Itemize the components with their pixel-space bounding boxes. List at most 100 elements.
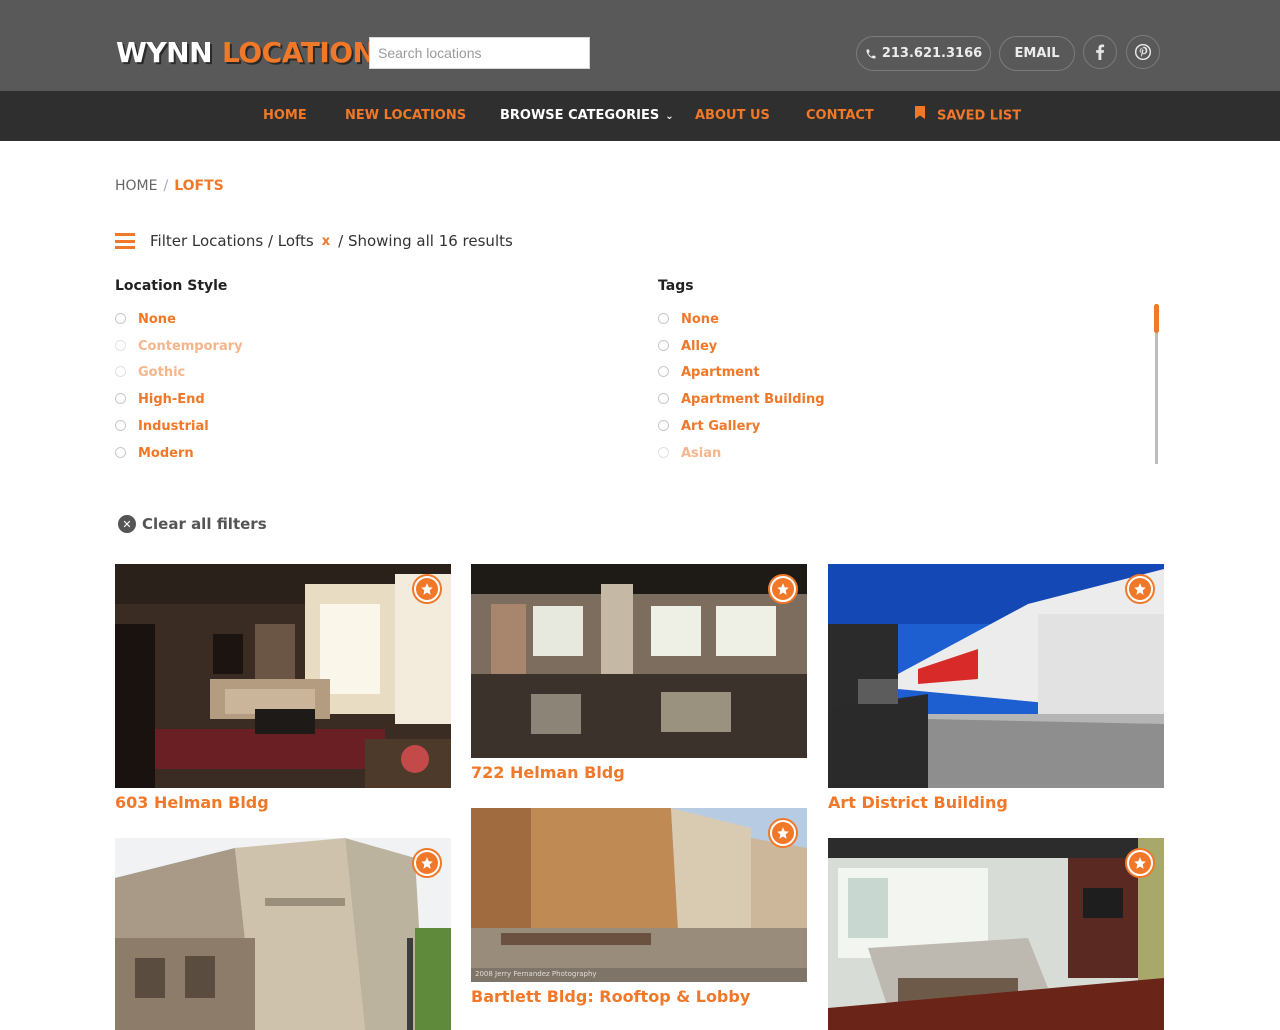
top-header: WYNN LOCATIONS 213.621.3166 EMAIL [0,0,1280,91]
star-icon [772,578,794,600]
save-favorite-button[interactable] [768,574,798,604]
tag-option[interactable]: Apartment Building [658,386,825,413]
listing-photo[interactable]: 2008 Jerry Fernandez Photography [471,808,807,982]
tag-option[interactable]: Asian [658,440,825,467]
tags-list: None Alley Apartment Apartment Building … [658,306,825,467]
bookmark-icon [915,91,925,141]
location-style-option[interactable]: Modern [115,440,243,467]
save-favorite-button[interactable] [412,574,442,604]
listing-photo[interactable] [115,838,451,1030]
nav-about-us[interactable]: ABOUT US [695,91,770,141]
site-logo[interactable]: WYNN LOCATIONS [116,33,396,71]
star-icon [1129,578,1151,600]
nav-saved-list[interactable]: SAVED LIST [915,91,1021,141]
location-style-option[interactable]: Industrial [115,413,243,440]
option-label: High-End [138,392,205,408]
listing-card[interactable]: 2008 Jerry Fernandez Photography Bartlet… [471,808,807,1018]
clear-filters-button[interactable]: ✕ Clear all filters [118,515,267,533]
radio-button[interactable] [658,339,669,351]
nav-browse-categories-label: BROWSE CATEGORIES [500,108,660,123]
location-style-option[interactable]: Contemporary [115,333,243,360]
save-favorite-button[interactable] [1125,574,1155,604]
pinterest-icon [1135,44,1151,60]
facebook-button[interactable] [1083,35,1117,69]
option-label: Asian [681,445,722,461]
breadcrumb: HOME / LOFTS [115,178,224,194]
breadcrumb-current: LOFTS [174,178,224,194]
listing-photo[interactable] [115,564,451,788]
chevron-down-icon: ⌄ [665,111,674,122]
clear-filters-label: Clear all filters [142,515,267,533]
pinterest-button[interactable] [1126,35,1160,69]
location-style-option[interactable]: Gothic [115,360,243,387]
listing-card[interactable]: 722 Helman Bldg [471,564,807,794]
option-label: Gothic [138,365,186,381]
phone-button[interactable]: 213.621.3166 [856,36,991,71]
star-icon [416,852,438,874]
breadcrumb-home[interactable]: HOME [115,178,157,194]
radio-button[interactable] [115,339,126,351]
radio-button[interactable] [115,446,126,458]
filter-menu-icon[interactable] [115,233,135,249]
tag-option[interactable]: Apartment [658,360,825,387]
listing-photo[interactable] [828,838,1164,1030]
radio-button[interactable] [658,393,669,405]
save-favorite-button[interactable] [1125,848,1155,878]
listing-card[interactable] [828,838,1164,1030]
nav-contact[interactable]: CONTACT [806,91,874,141]
remove-filter-icon[interactable]: x [322,234,330,249]
radio-button[interactable] [658,366,669,378]
email-button[interactable]: EMAIL [999,36,1075,71]
tag-option[interactable]: Alley [658,333,825,360]
location-style-title: Location Style [115,278,228,294]
option-label: Alley [681,338,718,354]
listing-card[interactable] [115,838,451,1030]
listing-title[interactable]: 722 Helman Bldg [471,763,625,782]
close-circle-icon: ✕ [118,515,136,533]
nav-new-locations[interactable]: NEW LOCATIONS [345,91,466,141]
email-label: EMAIL [1014,46,1060,61]
option-label: Modern [138,445,194,461]
nav-browse-categories[interactable]: BROWSE CATEGORIES ⌄ [500,91,674,141]
option-label: None [138,311,176,327]
location-style-option[interactable]: None [115,306,243,333]
listing-card[interactable]: 603 Helman Bldg [115,564,451,824]
radio-button[interactable] [115,420,126,432]
search-input[interactable] [369,37,590,69]
radio-button[interactable] [658,446,669,458]
save-favorite-button[interactable] [768,818,798,848]
location-style-option[interactable]: High-End [115,386,243,413]
radio-button[interactable] [658,420,669,432]
radio-button[interactable] [115,366,126,378]
option-label: Industrial [138,419,209,435]
option-label: Art Gallery [681,419,761,435]
tags-title: Tags [658,278,694,294]
option-label: Apartment [681,365,760,381]
breadcrumb-separator: / [163,178,169,194]
option-label: None [681,311,719,327]
tags-scrollbar-thumb[interactable] [1154,304,1159,333]
listing-title[interactable]: Bartlett Bldg: Rooftop & Lobby [471,987,750,1006]
tag-option[interactable]: None [658,306,825,333]
listing-title[interactable]: Art District Building [828,793,1008,812]
nav-saved-list-label: SAVED LIST [937,108,1022,124]
phone-number: 213.621.3166 [881,46,983,61]
phone-icon [865,48,877,60]
radio-button[interactable] [115,393,126,405]
radio-button[interactable] [115,312,126,324]
tag-option[interactable]: Art Gallery [658,413,825,440]
results-count: / Showing all 16 results [338,232,513,250]
radio-button[interactable] [658,312,669,324]
listing-card[interactable]: Art District Building [828,564,1164,824]
filter-label: Filter Locations / Lofts [150,232,314,250]
listing-photo[interactable] [471,564,807,758]
star-icon [416,578,438,600]
star-icon [772,822,794,844]
listing-photo[interactable] [828,564,1164,788]
option-label: Apartment Building [681,392,825,408]
nav-home[interactable]: HOME [263,91,307,141]
logo-word-1: WYNN [116,35,213,69]
location-style-list: None Contemporary Gothic High-End Indust… [115,306,243,467]
listing-title[interactable]: 603 Helman Bldg [115,793,269,812]
save-favorite-button[interactable] [412,848,442,878]
